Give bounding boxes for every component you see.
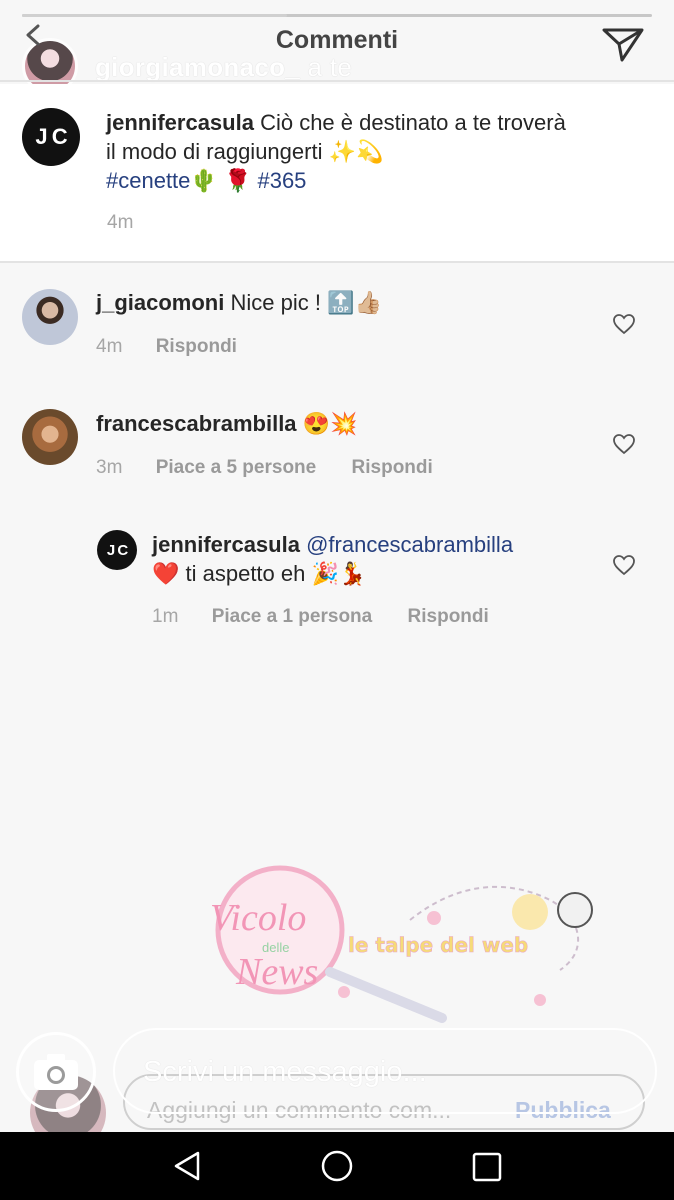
- page-title: Commenti: [275, 26, 399, 54]
- comment-time: 4m: [96, 336, 123, 357]
- svg-text:News: News: [235, 951, 318, 993]
- reply-avatar[interactable]: J C: [97, 530, 137, 570]
- svg-text:le talpe del web: le talpe del web: [348, 933, 528, 957]
- story-username[interactable]: giorgiamonaco_ a te: [95, 52, 352, 83]
- reply-button[interactable]: Rispondi: [408, 606, 489, 627]
- comment-time: 3m: [96, 457, 123, 478]
- story-progress-bar: [22, 14, 652, 17]
- reply-username[interactable]: jennifercasula: [152, 532, 300, 557]
- hashtag-365[interactable]: #365: [257, 168, 306, 193]
- caption-divider: [0, 261, 674, 263]
- camera-button[interactable]: [16, 1032, 96, 1112]
- likes-count-link[interactable]: Piace a 1 persona: [212, 606, 373, 627]
- comment-meta: 3m Piace a 5 persone Rispondi: [96, 457, 433, 479]
- camera-icon: [34, 1054, 78, 1090]
- caption-username[interactable]: jennifercasula: [106, 110, 254, 135]
- comment-text-block: j_giacomoni Nice pic ! 🔝👍🏼: [96, 288, 596, 317]
- comment-text-block: francescabrambilla 😍💥: [96, 409, 596, 438]
- rose-emoji: 🌹: [223, 168, 252, 193]
- caption-meta: 4m: [107, 212, 133, 234]
- header-divider: [0, 80, 674, 82]
- story-username-suffix: a te: [307, 52, 353, 82]
- svg-text:Vicolo: Vicolo: [210, 897, 306, 939]
- system-navigation-bar: [0, 1132, 674, 1200]
- hashtag-cenette[interactable]: #cenette: [106, 168, 190, 193]
- nav-home-icon[interactable]: [320, 1149, 354, 1183]
- reply-text: ❤️ ti aspetto eh 🎉💃: [152, 561, 367, 586]
- reply-button[interactable]: Rispondi: [156, 336, 237, 357]
- story-username-text: giorgiamonaco_: [95, 52, 301, 82]
- comment-meta: 4m Rispondi: [96, 336, 237, 358]
- reply-time: 1m: [152, 606, 179, 627]
- message-placeholder: Scrivi un messaggio...: [143, 1056, 427, 1088]
- comment-avatar[interactable]: [22, 409, 78, 465]
- caption-time: 4m: [107, 212, 134, 233]
- send-direct-icon[interactable]: [600, 24, 646, 64]
- likes-count-link[interactable]: Piace a 5 persone: [156, 457, 317, 478]
- caption-avatar[interactable]: J C: [22, 108, 80, 166]
- comment-username[interactable]: francescabrambilla: [96, 411, 297, 436]
- caption-avatar-initials: J C: [35, 124, 67, 149]
- reply-meta: 1m Piace a 1 persona Rispondi: [152, 606, 489, 628]
- heart-icon[interactable]: [612, 313, 636, 335]
- caption-text-block: jennifercasula Ciò che è destinato a te …: [106, 108, 576, 195]
- reply-avatar-initials: J C: [106, 541, 128, 559]
- watermark-logo: Vicolo delle News le talpe del web: [210, 865, 593, 1023]
- story-progress-fill: [22, 14, 287, 17]
- comment-username[interactable]: j_giacomoni: [96, 290, 224, 315]
- heart-icon[interactable]: [612, 554, 636, 576]
- comment-text: 😍💥: [302, 411, 358, 436]
- comment-avatar[interactable]: [22, 289, 78, 345]
- reply-text-block: jennifercasula @francescabrambilla ❤️ ti…: [152, 530, 592, 588]
- reply-mention[interactable]: @francescabrambilla: [306, 532, 513, 557]
- comment-text: Nice pic ! 🔝👍🏼: [230, 290, 382, 315]
- nav-back-icon[interactable]: [172, 1150, 204, 1182]
- cactus-emoji: 🌵: [190, 168, 218, 193]
- nav-recents-icon[interactable]: [472, 1152, 502, 1182]
- heart-icon[interactable]: [612, 433, 636, 455]
- reply-button[interactable]: Rispondi: [352, 457, 433, 478]
